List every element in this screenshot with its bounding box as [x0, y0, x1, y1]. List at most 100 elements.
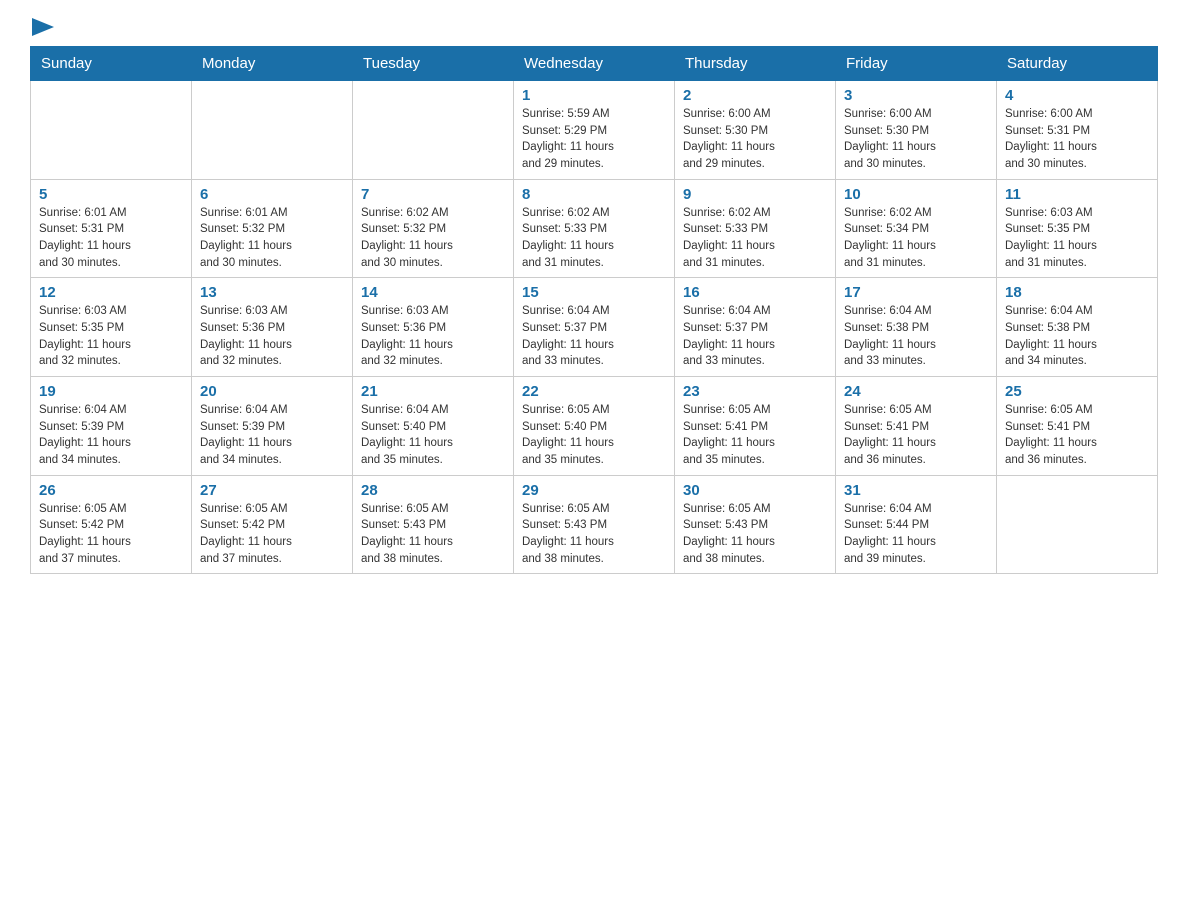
- calendar-cell: 21 Sunrise: 6:04 AM Sunset: 5:40 PM Dayli…: [353, 377, 514, 476]
- calendar-cell: 4 Sunrise: 6:00 AM Sunset: 5:31 PM Daylig…: [997, 81, 1158, 180]
- day-number: 23: [683, 383, 827, 400]
- day-number: 8: [522, 186, 666, 203]
- day-number: 5: [39, 186, 183, 203]
- day-info: Sunrise: 6:05 AM Sunset: 5:43 PM Dayligh…: [683, 501, 827, 568]
- day-info: Sunrise: 6:00 AM Sunset: 5:31 PM Dayligh…: [1005, 106, 1149, 173]
- day-number: 6: [200, 186, 344, 203]
- calendar-cell: 8Sunrise: 6:02 AM Sunset: 5:33 PM Daylig…: [514, 179, 675, 278]
- day-number: 25: [1005, 383, 1149, 400]
- day-info: Sunrise: 6:04 AM Sunset: 5:39 PM Dayligh…: [39, 402, 183, 469]
- day-number: 29: [522, 482, 666, 499]
- calendar-cell: 14Sunrise: 6:03 AM Sunset: 5:36 PM Dayli…: [353, 278, 514, 377]
- day-number: 31: [844, 482, 988, 499]
- day-info: Sunrise: 6:01 AM Sunset: 5:32 PM Dayligh…: [200, 205, 344, 272]
- calendar-cell: 15 Sunrise: 6:04 AM Sunset: 5:37 PM Dayli…: [514, 278, 675, 377]
- calendar-cell: 9Sunrise: 6:02 AM Sunset: 5:33 PM Daylig…: [675, 179, 836, 278]
- calendar-cell: 3 Sunrise: 6:00 AM Sunset: 5:30 PM Daylig…: [836, 81, 997, 180]
- calendar-table: SundayMondayTuesdayWednesdayThursdayFrid…: [30, 46, 1158, 574]
- day-number: 1: [522, 87, 666, 104]
- day-number: 4: [1005, 87, 1149, 104]
- day-info: Sunrise: 6:04 AM Sunset: 5:39 PM Dayligh…: [200, 402, 344, 469]
- calendar-cell: 22 Sunrise: 6:05 AM Sunset: 5:40 PM Dayli…: [514, 377, 675, 476]
- day-info: Sunrise: 6:05 AM Sunset: 5:41 PM Dayligh…: [844, 402, 988, 469]
- day-number: 10: [844, 186, 988, 203]
- day-number: 12: [39, 284, 183, 301]
- day-info: Sunrise: 6:03 AM Sunset: 5:36 PM Dayligh…: [200, 303, 344, 370]
- day-info: Sunrise: 6:04 AM Sunset: 5:37 PM Dayligh…: [522, 303, 666, 370]
- day-info: Sunrise: 6:03 AM Sunset: 5:35 PM Dayligh…: [1005, 205, 1149, 272]
- weekday-header-saturday: Saturday: [997, 47, 1158, 81]
- day-number: 30: [683, 482, 827, 499]
- day-info: Sunrise: 6:05 AM Sunset: 5:42 PM Dayligh…: [39, 501, 183, 568]
- day-info: Sunrise: 6:03 AM Sunset: 5:36 PM Dayligh…: [361, 303, 505, 370]
- calendar-cell: [192, 81, 353, 180]
- weekday-header-thursday: Thursday: [675, 47, 836, 81]
- calendar-cell: 16 Sunrise: 6:04 AM Sunset: 5:37 PM Dayli…: [675, 278, 836, 377]
- day-number: 20: [200, 383, 344, 400]
- calendar-cell: 17Sunrise: 6:04 AM Sunset: 5:38 PM Dayli…: [836, 278, 997, 377]
- calendar-cell: [353, 81, 514, 180]
- day-info: Sunrise: 6:05 AM Sunset: 5:42 PM Dayligh…: [200, 501, 344, 568]
- day-number: 15: [522, 284, 666, 301]
- day-info: Sunrise: 6:04 AM Sunset: 5:38 PM Dayligh…: [1005, 303, 1149, 370]
- day-number: 28: [361, 482, 505, 499]
- day-info: Sunrise: 6:05 AM Sunset: 5:43 PM Dayligh…: [522, 501, 666, 568]
- calendar-cell: 5 Sunrise: 6:01 AM Sunset: 5:31 PM Daylig…: [31, 179, 192, 278]
- calendar-week-row: 12 Sunrise: 6:03 AM Sunset: 5:35 PM Dayli…: [31, 278, 1158, 377]
- day-number: 24: [844, 383, 988, 400]
- weekday-header-wednesday: Wednesday: [514, 47, 675, 81]
- weekday-header-row: SundayMondayTuesdayWednesdayThursdayFrid…: [31, 47, 1158, 81]
- day-number: 16: [683, 284, 827, 301]
- calendar-cell: [997, 475, 1158, 574]
- weekday-header-monday: Monday: [192, 47, 353, 81]
- calendar-cell: 29 Sunrise: 6:05 AM Sunset: 5:43 PM Dayli…: [514, 475, 675, 574]
- day-info: Sunrise: 6:02 AM Sunset: 5:34 PM Dayligh…: [844, 205, 988, 272]
- day-info: Sunrise: 6:00 AM Sunset: 5:30 PM Dayligh…: [683, 106, 827, 173]
- calendar-cell: 12 Sunrise: 6:03 AM Sunset: 5:35 PM Dayli…: [31, 278, 192, 377]
- calendar-cell: 30 Sunrise: 6:05 AM Sunset: 5:43 PM Dayli…: [675, 475, 836, 574]
- calendar-cell: 25 Sunrise: 6:05 AM Sunset: 5:41 PM Dayli…: [997, 377, 1158, 476]
- day-number: 13: [200, 284, 344, 301]
- day-info: Sunrise: 6:05 AM Sunset: 5:43 PM Dayligh…: [361, 501, 505, 568]
- day-info: Sunrise: 6:04 AM Sunset: 5:44 PM Dayligh…: [844, 501, 988, 568]
- calendar-cell: 19Sunrise: 6:04 AM Sunset: 5:39 PM Dayli…: [31, 377, 192, 476]
- page-header: [30, 20, 1158, 36]
- weekday-header-sunday: Sunday: [31, 47, 192, 81]
- day-info: Sunrise: 6:05 AM Sunset: 5:41 PM Dayligh…: [683, 402, 827, 469]
- calendar-cell: 24 Sunrise: 6:05 AM Sunset: 5:41 PM Dayli…: [836, 377, 997, 476]
- calendar-cell: 11 Sunrise: 6:03 AM Sunset: 5:35 PM Dayli…: [997, 179, 1158, 278]
- calendar-cell: 18 Sunrise: 6:04 AM Sunset: 5:38 PM Dayli…: [997, 278, 1158, 377]
- day-info: Sunrise: 6:03 AM Sunset: 5:35 PM Dayligh…: [39, 303, 183, 370]
- day-info: Sunrise: 6:05 AM Sunset: 5:41 PM Dayligh…: [1005, 402, 1149, 469]
- calendar-cell: 28 Sunrise: 6:05 AM Sunset: 5:43 PM Dayli…: [353, 475, 514, 574]
- day-number: 27: [200, 482, 344, 499]
- day-number: 9: [683, 186, 827, 203]
- weekday-header-friday: Friday: [836, 47, 997, 81]
- day-info: Sunrise: 6:01 AM Sunset: 5:31 PM Dayligh…: [39, 205, 183, 272]
- day-number: 2: [683, 87, 827, 104]
- calendar-cell: 10 Sunrise: 6:02 AM Sunset: 5:34 PM Dayli…: [836, 179, 997, 278]
- day-number: 3: [844, 87, 988, 104]
- calendar-week-row: 19Sunrise: 6:04 AM Sunset: 5:39 PM Dayli…: [31, 377, 1158, 476]
- day-info: Sunrise: 6:00 AM Sunset: 5:30 PM Dayligh…: [844, 106, 988, 173]
- calendar-week-row: 26 Sunrise: 6:05 AM Sunset: 5:42 PM Dayli…: [31, 475, 1158, 574]
- day-info: Sunrise: 6:05 AM Sunset: 5:40 PM Dayligh…: [522, 402, 666, 469]
- logo: [30, 20, 54, 36]
- calendar-week-row: 1 Sunrise: 5:59 AM Sunset: 5:29 PM Daylig…: [31, 81, 1158, 180]
- calendar-cell: 2 Sunrise: 6:00 AM Sunset: 5:30 PM Daylig…: [675, 81, 836, 180]
- day-info: Sunrise: 5:59 AM Sunset: 5:29 PM Dayligh…: [522, 106, 666, 173]
- day-number: 22: [522, 383, 666, 400]
- day-number: 26: [39, 482, 183, 499]
- weekday-header-tuesday: Tuesday: [353, 47, 514, 81]
- day-number: 21: [361, 383, 505, 400]
- calendar-cell: 7Sunrise: 6:02 AM Sunset: 5:32 PM Daylig…: [353, 179, 514, 278]
- calendar-cell: 27 Sunrise: 6:05 AM Sunset: 5:42 PM Dayli…: [192, 475, 353, 574]
- day-number: 18: [1005, 284, 1149, 301]
- day-number: 11: [1005, 186, 1149, 203]
- day-info: Sunrise: 6:02 AM Sunset: 5:32 PM Dayligh…: [361, 205, 505, 272]
- calendar-cell: 6 Sunrise: 6:01 AM Sunset: 5:32 PM Daylig…: [192, 179, 353, 278]
- day-info: Sunrise: 6:04 AM Sunset: 5:38 PM Dayligh…: [844, 303, 988, 370]
- day-info: Sunrise: 6:04 AM Sunset: 5:37 PM Dayligh…: [683, 303, 827, 370]
- day-info: Sunrise: 6:04 AM Sunset: 5:40 PM Dayligh…: [361, 402, 505, 469]
- calendar-cell: 20 Sunrise: 6:04 AM Sunset: 5:39 PM Dayli…: [192, 377, 353, 476]
